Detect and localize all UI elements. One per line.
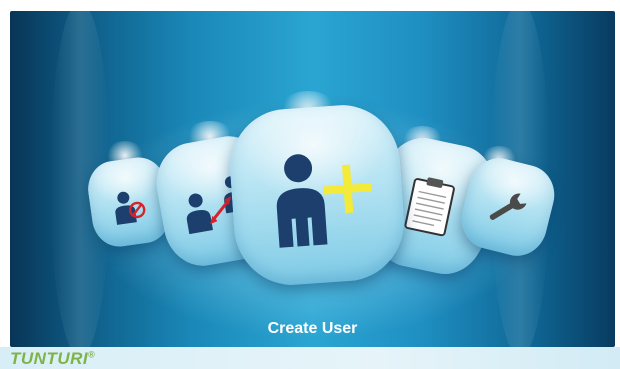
delete-user-icon — [115, 191, 146, 225]
selected-item-label: Create User — [267, 320, 358, 337]
brand-logo: TUNTURI® — [10, 349, 95, 369]
brand-logo-text: TUNTURI — [10, 349, 89, 368]
carousel-screen: Create User — [10, 11, 615, 347]
wrench-icon — [489, 193, 527, 220]
clipboard-icon — [404, 177, 455, 237]
create-user-icon — [276, 154, 372, 248]
registered-mark: ® — [88, 349, 96, 360]
create-user-tile[interactable] — [226, 101, 408, 289]
stage: Create User TUNTURI® — [0, 0, 620, 369]
